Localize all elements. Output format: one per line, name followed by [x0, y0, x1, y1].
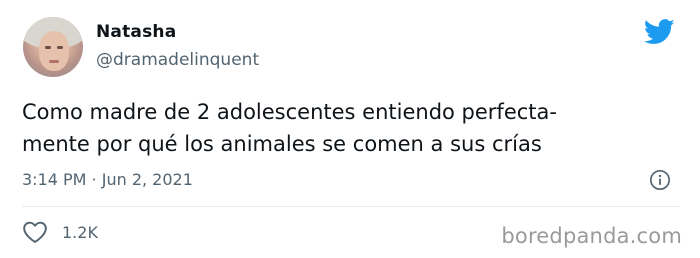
like-count: 1.2K — [62, 222, 98, 242]
tweet-text-line: mente por qué los animales se comen a su… — [22, 132, 542, 156]
user-handle[interactable]: @dramadelinquent — [96, 50, 259, 70]
display-name[interactable]: Natasha — [96, 22, 176, 42]
tweet-timestamp[interactable]: 3:14 PM · Jun 2, 2021 — [22, 170, 193, 189]
avatar[interactable] — [23, 17, 83, 77]
heart-icon — [23, 221, 47, 243]
avatar-eye — [57, 46, 63, 49]
divider — [22, 206, 680, 207]
tweet-text-line: Como madre de 2 adolescentes entiendo pe… — [22, 100, 557, 124]
info-icon[interactable] — [649, 169, 671, 191]
tweet-card: Natasha @dramadelinquent Como madre de 2… — [0, 0, 700, 258]
twitter-bird-icon[interactable] — [644, 19, 675, 45]
tweet-text: Como madre de 2 adolescentes entiendo pe… — [22, 96, 557, 160]
avatar-eye — [45, 46, 51, 49]
avatar-face — [39, 31, 69, 71]
watermark: boredpanda.com — [501, 224, 682, 248]
avatar-mouth — [49, 60, 59, 63]
like-button[interactable]: 1.2K — [22, 219, 98, 245]
